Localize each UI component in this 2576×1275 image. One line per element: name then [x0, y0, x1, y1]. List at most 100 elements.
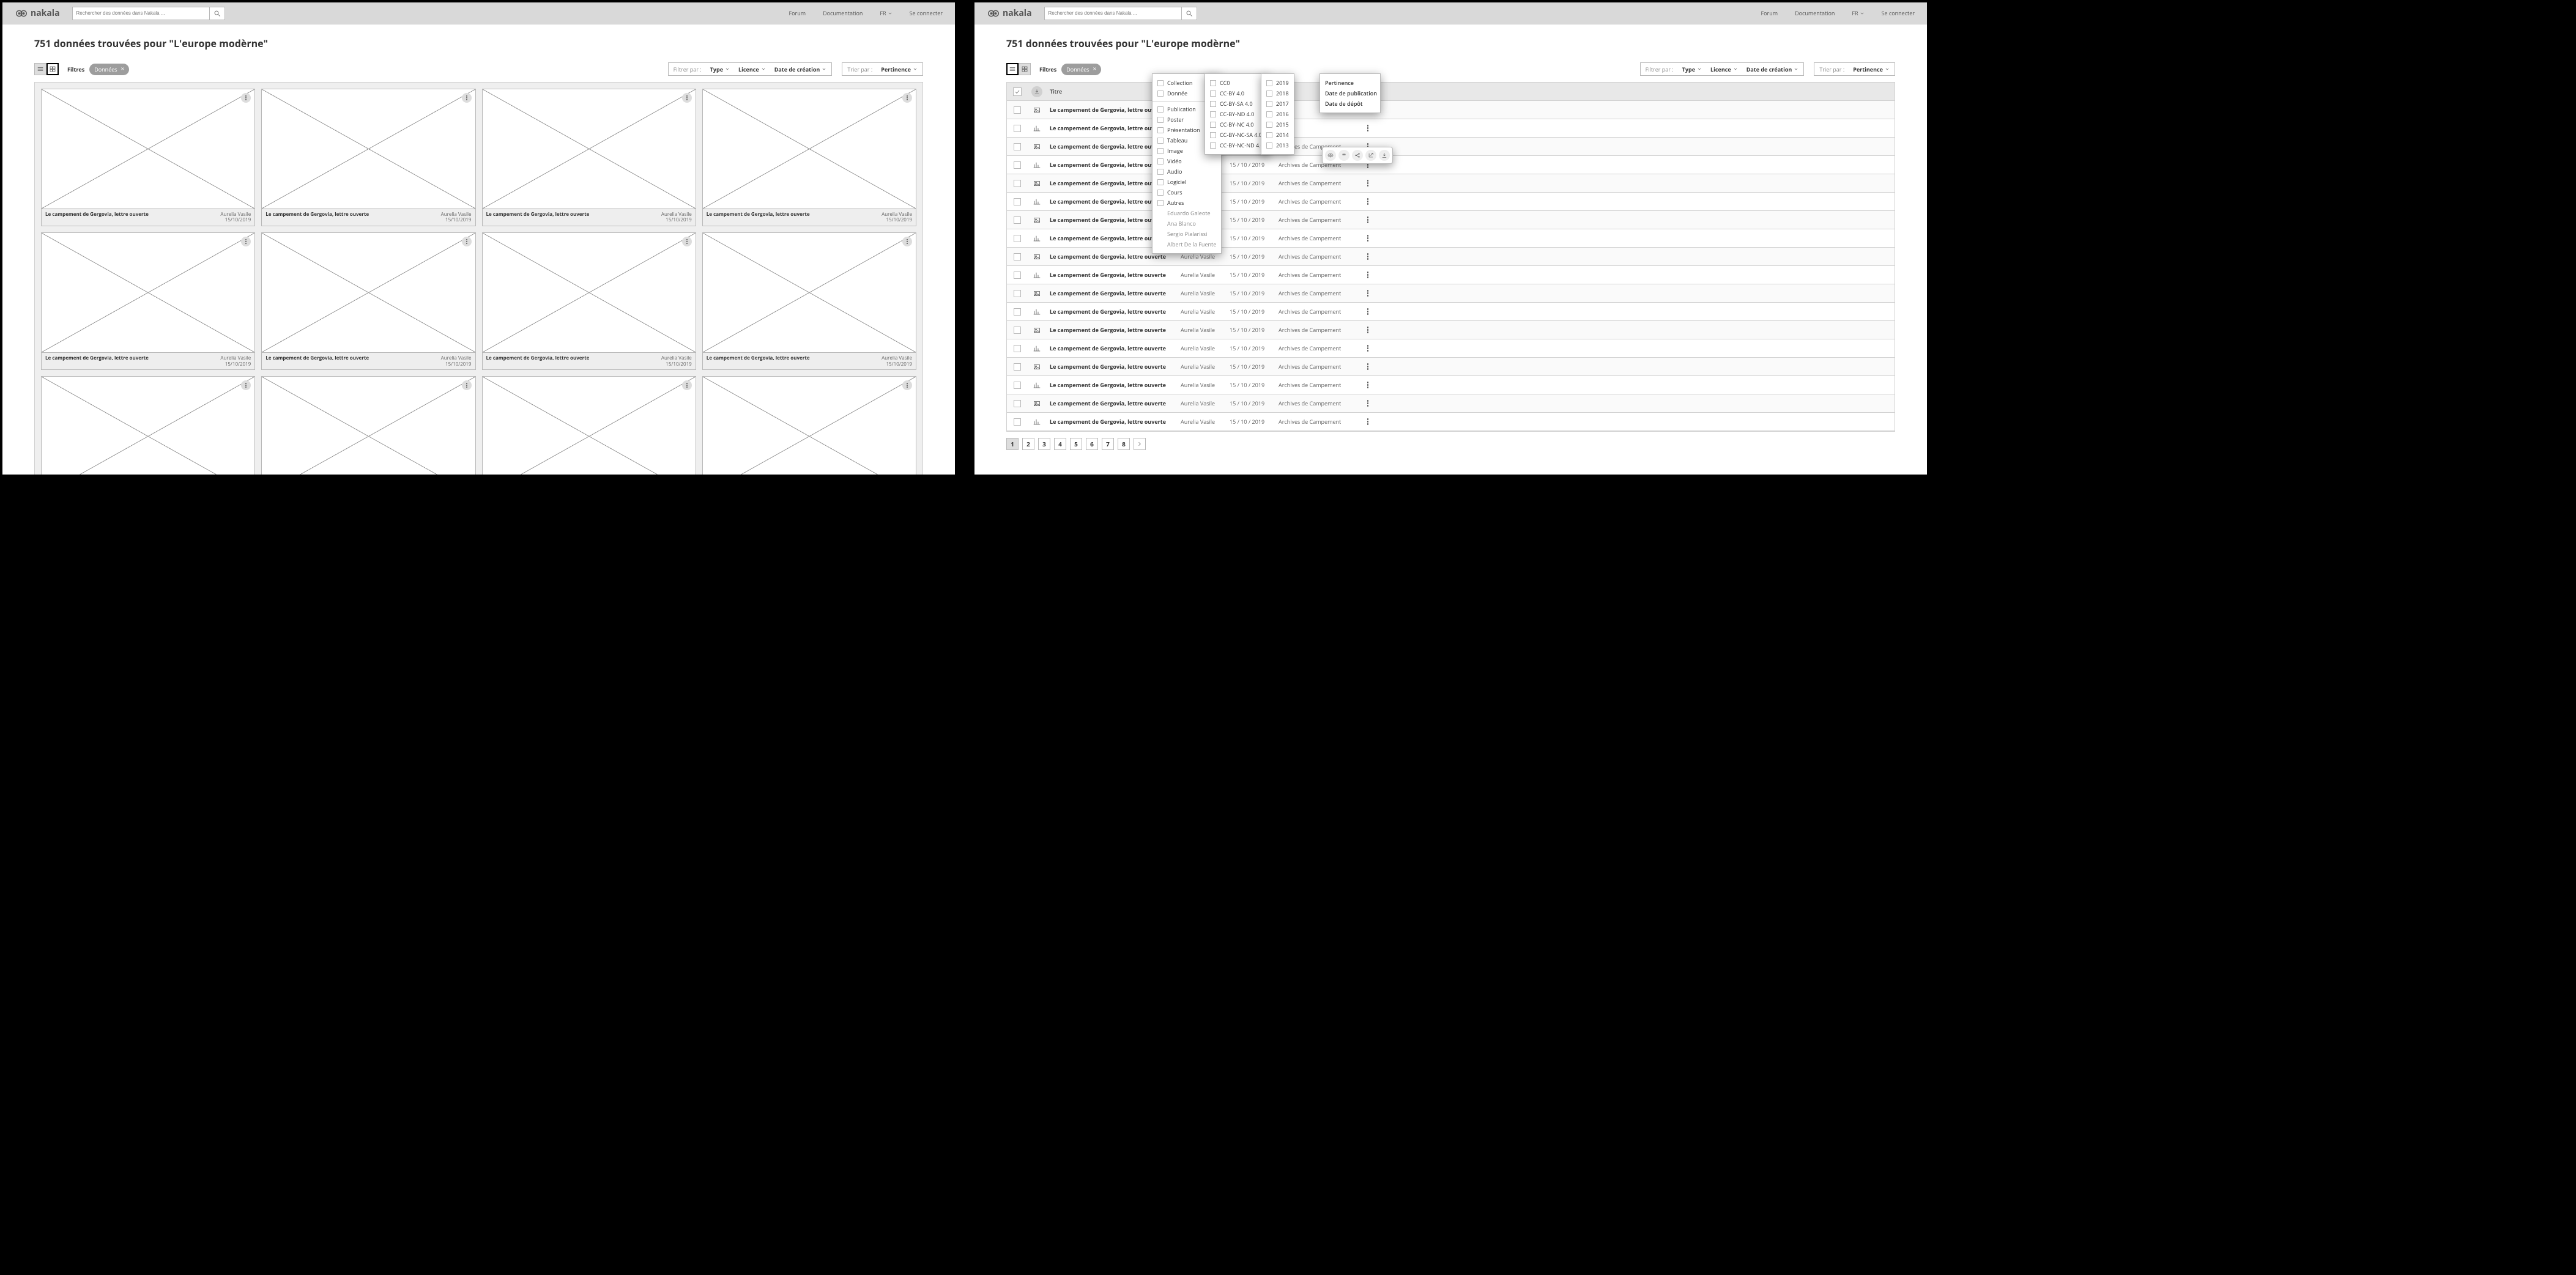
filter-option[interactable]: 2018	[1266, 88, 1289, 98]
row-actions-button[interactable]	[1358, 253, 1378, 260]
row-checkbox[interactable]	[1014, 143, 1021, 150]
filter-option[interactable]: Vidéo	[1157, 156, 1216, 166]
search-input[interactable]	[1044, 7, 1181, 20]
filter-date-button[interactable]: Date de création	[774, 65, 827, 73]
list-row[interactable]: Le campement de Gergovia, lettre ouverte…	[1007, 248, 1895, 266]
list-row[interactable]: Le campement de Gergovia, lettre ouverte…	[1007, 284, 1895, 303]
filter-option[interactable]: CC-BY-ND 4.0	[1210, 109, 1264, 119]
sort-option[interactable]: Date de dépôt	[1325, 98, 1375, 109]
row-actions-button[interactable]	[1358, 363, 1378, 370]
card-menu-button[interactable]	[241, 93, 251, 103]
row-checkbox[interactable]	[1014, 125, 1021, 132]
row-actions-button[interactable]	[1358, 345, 1378, 352]
row-actions-button[interactable]	[1358, 418, 1378, 425]
filter-option[interactable]: 2016	[1266, 109, 1289, 119]
row-checkbox[interactable]	[1014, 345, 1021, 352]
card-menu-button[interactable]	[462, 93, 472, 103]
result-card[interactable]: Le campement de Gergovia, lettre ouverte…	[482, 232, 696, 370]
sort-button[interactable]: Pertinence	[881, 65, 918, 73]
list-row[interactable]: Le campement de Gergovia, lettre ouverte…	[1007, 266, 1895, 284]
row-checkbox[interactable]	[1014, 363, 1021, 371]
card-menu-button[interactable]	[462, 237, 472, 246]
action-share-button[interactable]	[1352, 150, 1363, 161]
active-filter-pill[interactable]: Données ✕	[89, 64, 129, 75]
row-actions-button[interactable]	[1358, 216, 1378, 223]
filter-licence-button[interactable]: Licence	[1710, 65, 1738, 73]
list-row[interactable]: Le campement de Gergovia, lettre ouverte…	[1007, 156, 1895, 174]
row-actions-button[interactable]	[1358, 382, 1378, 388]
nav-docs[interactable]: Documentation	[823, 9, 863, 17]
nav-forum[interactable]: Forum	[1761, 9, 1778, 17]
page-7[interactable]: 7	[1102, 438, 1114, 450]
row-actions-button[interactable]	[1358, 327, 1378, 333]
card-menu-button[interactable]	[902, 237, 912, 246]
sort-option[interactable]: Pertinence	[1325, 78, 1375, 88]
row-checkbox[interactable]	[1014, 290, 1021, 297]
row-checkbox[interactable]	[1014, 253, 1021, 261]
card-menu-button[interactable]	[241, 380, 251, 390]
filter-date-button[interactable]: Date de création	[1746, 65, 1799, 73]
result-card[interactable]: Le campement de Gergovia, lettre ouverte…	[261, 232, 475, 370]
result-card[interactable]: Le campement de Gergovia, lettre ouverte…	[482, 376, 696, 477]
card-menu-button[interactable]	[902, 380, 912, 390]
action-view-button[interactable]	[1325, 150, 1336, 161]
row-checkbox[interactable]	[1014, 272, 1021, 279]
card-menu-button[interactable]	[462, 380, 472, 390]
page-4[interactable]: 4	[1054, 438, 1066, 450]
filter-suggestion[interactable]: Ana Blanco	[1157, 218, 1216, 229]
list-row[interactable]: Le campement de Gergovia, lettre ouverte	[1007, 119, 1895, 138]
result-card[interactable]: Le campement de Gergovia, lettre ouverte…	[482, 89, 696, 226]
filter-suggestion[interactable]: Albert De la Fuente	[1157, 239, 1216, 249]
action-download-button[interactable]	[1379, 150, 1390, 161]
page-5[interactable]: 5	[1070, 438, 1082, 450]
row-actions-button[interactable]	[1358, 180, 1378, 187]
row-checkbox[interactable]	[1014, 327, 1021, 334]
list-row[interactable]: Le campement de Gergovia, lettre ouverte…	[1007, 358, 1895, 376]
list-row[interactable]: Le campement de Gergovia, lettre ouverte…	[1007, 339, 1895, 358]
row-actions-button[interactable]	[1358, 400, 1378, 407]
filter-option[interactable]: Autres	[1157, 198, 1216, 208]
brand-logo[interactable]: nakala	[987, 7, 1032, 20]
row-actions-button[interactable]	[1358, 125, 1378, 131]
view-grid-button[interactable]	[46, 63, 59, 75]
row-actions-button[interactable]	[1358, 290, 1378, 297]
filter-suggestion[interactable]: Sergio Pialarissi	[1157, 229, 1216, 239]
filter-option[interactable]: 2019	[1266, 78, 1289, 88]
page-2[interactable]: 2	[1022, 438, 1034, 450]
row-actions-button[interactable]	[1358, 235, 1378, 242]
list-row[interactable]: Le campement de Gergovia, lettre ouverte…	[1007, 321, 1895, 339]
result-card[interactable]: Le campement de Gergovia, lettre ouverte…	[41, 376, 255, 477]
nav-lang[interactable]: FR	[880, 9, 892, 17]
search-button[interactable]	[209, 7, 225, 20]
list-row[interactable]: Le campement de Gergovia, lettre ouverte	[1007, 101, 1895, 119]
filter-option[interactable]: Logiciel	[1157, 177, 1216, 187]
row-actions-button[interactable]	[1358, 272, 1378, 278]
active-filter-pill[interactable]: Données ✕	[1061, 64, 1101, 75]
view-list-button[interactable]	[34, 63, 46, 75]
filter-option[interactable]: CC-BY-SA 4.0	[1210, 98, 1264, 109]
result-card[interactable]: Le campement de Gergovia, lettre ouverte…	[41, 232, 255, 370]
row-checkbox[interactable]	[1014, 382, 1021, 389]
select-all-checkbox[interactable]	[1013, 87, 1022, 96]
list-row[interactable]: Le campement de Gergovia, lettre ouverte…	[1007, 211, 1895, 229]
list-row[interactable]: Le campement de Gergovia, lettre ouverte…	[1007, 193, 1895, 211]
row-checkbox[interactable]	[1014, 418, 1021, 426]
brand-logo[interactable]: nakala	[15, 7, 60, 20]
nav-login[interactable]: Se connecter	[1882, 9, 1915, 17]
filter-option[interactable]: 2014	[1266, 130, 1289, 140]
nav-forum[interactable]: Forum	[789, 9, 806, 17]
filter-type-button[interactable]: Type	[710, 65, 730, 73]
filter-option[interactable]: 2017	[1266, 98, 1289, 109]
action-open-button[interactable]	[1365, 150, 1376, 161]
result-card[interactable]: Le campement de Gergovia, lettre ouverte…	[702, 89, 916, 226]
sort-option[interactable]: Date de publication	[1325, 88, 1375, 98]
nav-lang[interactable]: FR	[1852, 9, 1864, 17]
result-card[interactable]: Le campement de Gergovia, lettre ouverte…	[261, 89, 475, 226]
list-row[interactable]: Le campement de Gergovia, lettre ouverte…	[1007, 303, 1895, 321]
list-row[interactable]: Le campement de Gergovia, lettre ouverte…	[1007, 138, 1895, 156]
search-button[interactable]	[1181, 7, 1197, 20]
result-card[interactable]: Le campement de Gergovia, lettre ouverte…	[261, 376, 475, 477]
row-actions-button[interactable]	[1358, 198, 1378, 205]
card-menu-button[interactable]	[902, 93, 912, 103]
row-checkbox[interactable]	[1014, 308, 1021, 316]
